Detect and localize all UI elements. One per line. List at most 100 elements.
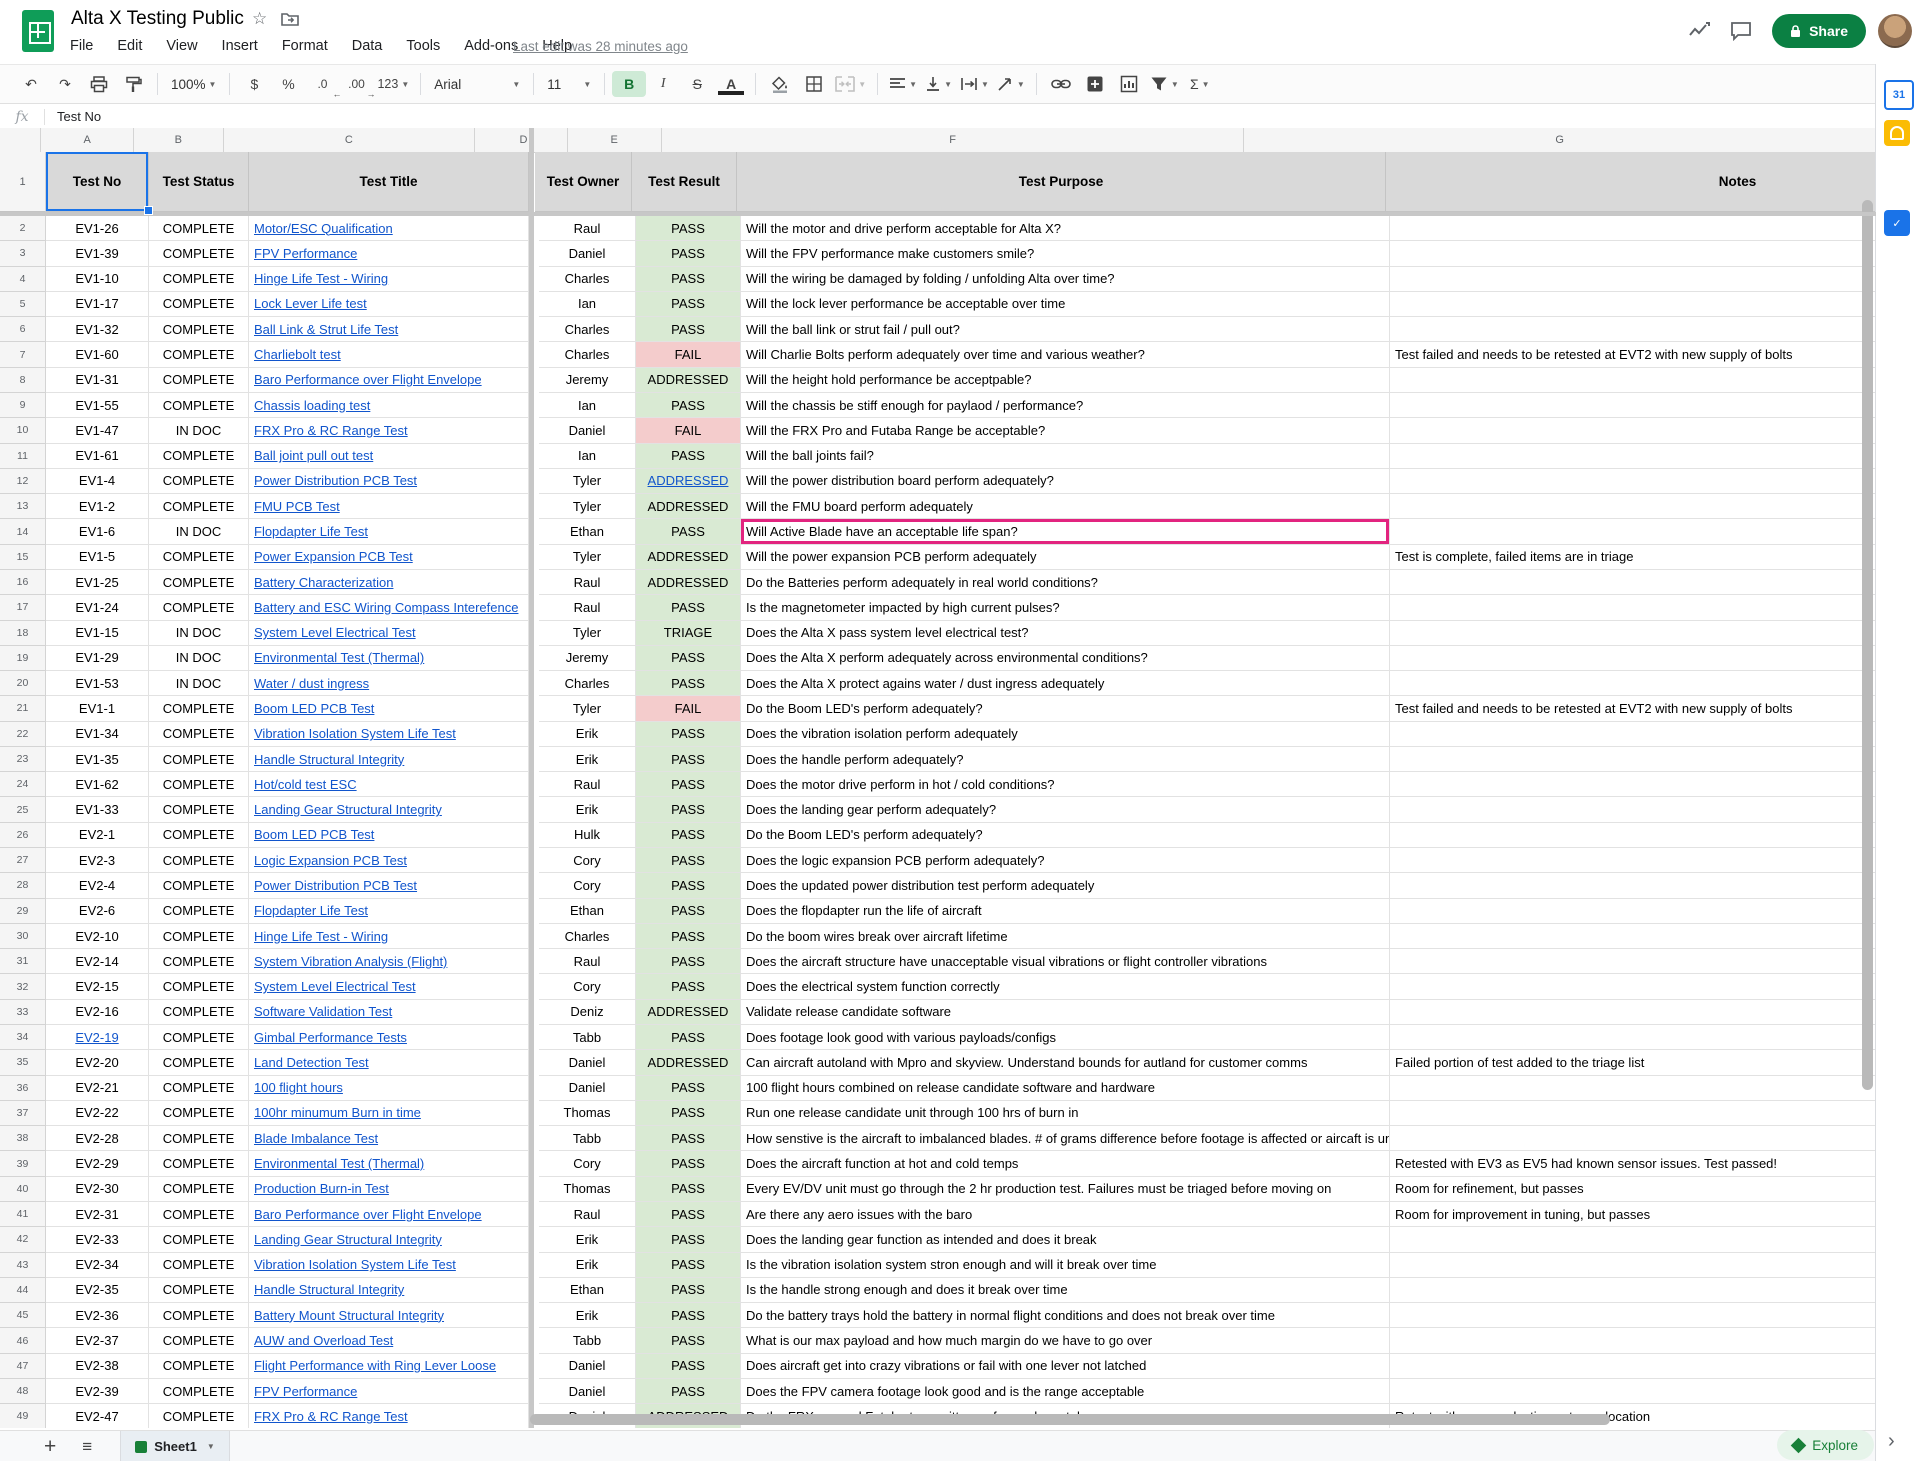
comment-history-icon[interactable] — [1730, 21, 1752, 41]
cell-test-status[interactable]: COMPLETE — [149, 494, 249, 519]
cell-test-status[interactable]: COMPLETE — [149, 1000, 249, 1025]
cell-test-no[interactable]: EV2-4 — [46, 873, 149, 898]
cell-test-status[interactable]: IN DOC — [149, 418, 249, 443]
cell-test-result[interactable]: PASS — [636, 1151, 741, 1176]
test-title-link[interactable]: System Level Electrical Test — [254, 625, 416, 640]
cell-test-result[interactable]: PASS — [636, 797, 741, 822]
cell-test-purpose[interactable]: Does the vibration isolation perform ade… — [741, 722, 1390, 747]
cell-test-no[interactable]: EV1-4 — [46, 469, 149, 494]
cell-test-title[interactable]: Hot/cold test ESC — [249, 772, 529, 797]
cell-notes[interactable] — [1390, 1076, 1876, 1101]
cell-test-purpose[interactable]: Do the Boom LED's perform adequately? — [741, 823, 1390, 848]
cell-test-no[interactable]: EV1-32 — [46, 317, 149, 342]
cell-test-purpose[interactable]: Is the handle strong enough and does it … — [741, 1278, 1390, 1303]
cell-test-purpose[interactable]: Will Charlie Bolts perform adequately ov… — [741, 342, 1390, 367]
test-title-link[interactable]: Power Expansion PCB Test — [254, 549, 413, 564]
cell-test-status[interactable]: COMPLETE — [149, 949, 249, 974]
cell-test-result[interactable]: ADDRESSED — [636, 1000, 741, 1025]
cell-test-no[interactable]: EV2-47 — [46, 1404, 149, 1428]
cell-test-status[interactable]: COMPLETE — [149, 823, 249, 848]
cell-test-owner[interactable]: Tyler — [539, 469, 636, 494]
cell-test-title[interactable]: Vibration Isolation System Life Test — [249, 1253, 529, 1278]
cell-test-title[interactable]: System Level Electrical Test — [249, 974, 529, 999]
cell-test-result[interactable]: PASS — [636, 1379, 741, 1404]
format-percent-button[interactable]: % — [271, 71, 305, 97]
test-title-link[interactable]: FRX Pro & RC Range Test — [254, 1409, 408, 1424]
cell-test-title[interactable]: Charliebolt test — [249, 342, 529, 367]
cell-test-status[interactable]: IN DOC — [149, 519, 249, 544]
formula-input[interactable]: Test No — [45, 109, 101, 124]
frozen-row-divider[interactable] — [0, 212, 1876, 216]
cell-test-status[interactable]: COMPLETE — [149, 747, 249, 772]
insert-chart-icon[interactable] — [1112, 71, 1146, 97]
cell-test-purpose[interactable]: Is the magnetometer impacted by high cur… — [741, 595, 1390, 620]
cell-test-purpose[interactable]: Every EV/DV unit must go through the 2 h… — [741, 1177, 1390, 1202]
row-number[interactable]: 15 — [0, 545, 46, 570]
row-number[interactable]: 8 — [0, 368, 46, 393]
cell-test-title[interactable]: Handle Structural Integrity — [249, 1278, 529, 1303]
row-number[interactable]: 2 — [0, 216, 46, 241]
cell-notes[interactable] — [1390, 747, 1876, 772]
cell-test-title[interactable]: Ball joint pull out test — [249, 444, 529, 469]
cell-test-status[interactable]: COMPLETE — [149, 722, 249, 747]
cell-test-title[interactable]: Battery and ESC Wiring Compass Interefen… — [249, 595, 529, 620]
test-title-link[interactable]: Ball joint pull out test — [254, 448, 373, 463]
cell-test-no[interactable]: EV2-22 — [46, 1101, 149, 1126]
row-number[interactable]: 19 — [0, 646, 46, 671]
cell-test-purpose[interactable]: 100 flight hours combined on release can… — [741, 1076, 1390, 1101]
cell-test-no[interactable]: EV1-6 — [46, 519, 149, 544]
cell-notes[interactable] — [1390, 1000, 1876, 1025]
cell-test-result[interactable]: PASS — [636, 292, 741, 317]
cell-test-purpose[interactable]: Will the motor and drive perform accepta… — [741, 216, 1390, 241]
test-title-link[interactable]: Flight Performance with Ring Lever Loose — [254, 1358, 496, 1373]
column-header-c[interactable]: C — [224, 128, 475, 152]
cell-notes[interactable] — [1390, 899, 1876, 924]
cell-notes[interactable] — [1390, 1354, 1876, 1379]
cell-test-owner[interactable]: Charles — [539, 924, 636, 949]
cell-test-status[interactable]: COMPLETE — [149, 292, 249, 317]
cell-test-title[interactable]: Vibration Isolation System Life Test — [249, 722, 529, 747]
cell-test-owner[interactable]: Tyler — [539, 545, 636, 570]
cell-test-status[interactable]: COMPLETE — [149, 317, 249, 342]
test-title-link[interactable]: Boom LED PCB Test — [254, 827, 374, 842]
cell-test-status[interactable]: COMPLETE — [149, 469, 249, 494]
cell-test-purpose[interactable]: Does the FPV camera footage look good an… — [741, 1379, 1390, 1404]
cell-test-no[interactable]: EV2-31 — [46, 1202, 149, 1227]
menu-item-edit[interactable]: Edit — [117, 38, 142, 54]
test-title-link[interactable]: Ball Link & Strut Life Test — [254, 322, 398, 337]
cell-test-purpose[interactable]: Run one release candidate unit through 1… — [741, 1101, 1390, 1126]
menu-item-tools[interactable]: Tools — [406, 38, 440, 54]
test-title-link[interactable]: Production Burn-in Test — [254, 1181, 389, 1196]
cell-test-no[interactable]: EV1-55 — [46, 393, 149, 418]
cell-test-no[interactable]: EV2-38 — [46, 1354, 149, 1379]
cell-test-result[interactable]: PASS — [636, 646, 741, 671]
cell-notes[interactable] — [1390, 949, 1876, 974]
test-title-link[interactable]: Vibration Isolation System Life Test — [254, 1257, 456, 1272]
cell-test-no[interactable]: EV1-15 — [46, 621, 149, 646]
cell-test-no[interactable]: EV1-35 — [46, 747, 149, 772]
zoom-select[interactable]: 100%▼ — [165, 77, 222, 92]
filter-icon[interactable]: ▼ — [1146, 71, 1183, 97]
cell-test-title[interactable]: System Vibration Analysis (Flight) — [249, 949, 529, 974]
cell-notes[interactable] — [1390, 519, 1876, 544]
italic-button[interactable]: I — [646, 71, 680, 97]
cell-test-purpose[interactable]: Will the FPV performance make customers … — [741, 241, 1390, 266]
cell-notes[interactable] — [1390, 823, 1876, 848]
document-title[interactable]: Alta X Testing Public — [71, 8, 244, 30]
cell-test-no[interactable]: EV2-16 — [46, 1000, 149, 1025]
cell-test-result[interactable]: PASS — [636, 1101, 741, 1126]
cell-test-status[interactable]: COMPLETE — [149, 924, 249, 949]
test-title-link[interactable]: Land Detection Test — [254, 1055, 369, 1070]
decrease-decimals-button[interactable]: .0← — [305, 71, 339, 97]
row-number[interactable]: 38 — [0, 1126, 46, 1151]
test-title-link[interactable]: Handle Structural Integrity — [254, 752, 404, 767]
column-title-cell[interactable]: Test Result — [632, 152, 737, 212]
cell-notes[interactable] — [1390, 797, 1876, 822]
cell-notes[interactable] — [1390, 621, 1876, 646]
all-sheets-icon[interactable]: ≡ — [82, 1437, 92, 1457]
cell-notes[interactable] — [1390, 924, 1876, 949]
cell-test-result[interactable]: PASS — [636, 267, 741, 292]
cell-test-status[interactable]: COMPLETE — [149, 797, 249, 822]
add-sheet-button[interactable]: + — [44, 1435, 56, 1459]
row-number[interactable]: 14 — [0, 519, 46, 544]
